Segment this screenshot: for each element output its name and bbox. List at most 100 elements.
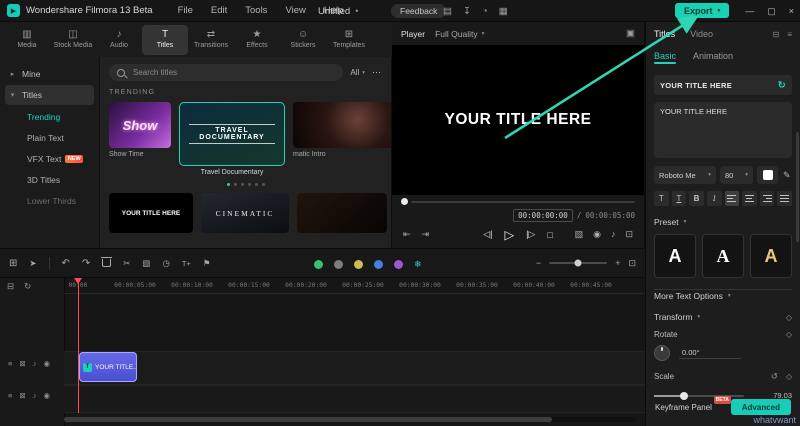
apply-to-all-icon[interactable]: ↻ (778, 80, 786, 91)
menu-file[interactable]: File (178, 5, 193, 16)
tab-effects[interactable]: ★Effects (234, 25, 280, 55)
voiceover-tool-icon[interactable] (334, 260, 343, 269)
crop-preview-icon[interactable]: ▧ (575, 229, 584, 240)
freeze-frame-icon[interactable]: ❄ (414, 259, 422, 270)
sidebar-item-lower-thirds[interactable]: Lower Thirds (0, 190, 99, 211)
align-center-button[interactable] (742, 191, 757, 206)
search-input[interactable] (131, 67, 335, 78)
zoom-slider[interactable] (549, 262, 607, 264)
eyedropper-icon[interactable]: ✎ (783, 170, 791, 181)
tab-stock-media[interactable]: ◫Stock Media (50, 25, 96, 55)
toggle-visibility-icon[interactable]: ◉ (43, 359, 50, 368)
keyframe-diamond-icon[interactable]: ◇ (786, 313, 792, 322)
tab-templates[interactable]: ⊞Templates (326, 25, 372, 55)
title-card-cinematic-intro[interactable]: matic Intro (293, 102, 392, 158)
play-button[interactable]: ▷ (504, 227, 514, 242)
collapse-panel-icon[interactable]: ⊟ (773, 30, 780, 39)
tab-audio[interactable]: ♪Audio (96, 25, 142, 55)
zoom-slider-handle[interactable] (575, 260, 582, 267)
menu-view[interactable]: View (285, 5, 305, 16)
title-text-input[interactable]: YOUR TITLE HERE (654, 102, 792, 158)
tab-titles[interactable]: TTitles (142, 25, 188, 55)
sidebar-item-3d-titles[interactable]: 3D Titles (0, 169, 99, 190)
page-dot[interactable] (248, 183, 251, 186)
next-frame-button[interactable]: |▷ (526, 229, 535, 240)
record-tool-icon[interactable] (314, 260, 323, 269)
align-right-button[interactable] (760, 191, 775, 206)
snapshot-view-icon[interactable]: ▣ (626, 28, 635, 39)
page-dot[interactable] (262, 183, 265, 186)
thumbnail-selected[interactable]: TRAVEL DOCUMENTARY (179, 102, 285, 166)
menu-edit[interactable]: Edit (211, 5, 227, 16)
track-menu-icon[interactable]: ≡ (8, 359, 12, 368)
reset-icon[interactable]: ↺ (771, 371, 778, 382)
mute-track-icon[interactable]: ♪ (33, 391, 37, 400)
text-case-button[interactable]: T (654, 191, 669, 206)
video-track-1[interactable] (64, 351, 645, 385)
video-track-2[interactable] (64, 385, 645, 413)
maximize-button[interactable]: ▢ (767, 6, 776, 17)
pointer-tool-icon[interactable]: ➤ (29, 258, 36, 269)
title-card-travel-documentary[interactable]: TRAVEL DOCUMENTARY Travel Documentary (179, 102, 285, 176)
bold-button[interactable]: B (689, 191, 704, 206)
crop-icon[interactable]: ▧ (142, 258, 150, 269)
track-menu-icon[interactable]: ≡ (8, 391, 12, 400)
page-dot[interactable] (241, 183, 244, 186)
preset-style-2[interactable]: A (702, 234, 744, 278)
media-browser-icon[interactable]: ⊞ (9, 258, 17, 269)
notifications-icon[interactable]: ◔ (482, 6, 488, 17)
page-dot[interactable] (227, 183, 230, 186)
font-size-dropdown[interactable]: 80 ▾ (720, 166, 753, 184)
manage-tracks-icon[interactable]: ⊟ (7, 281, 14, 292)
sidebar-item-vfx-text[interactable]: VFX Text NEW (0, 148, 99, 169)
tab-video-properties[interactable]: Video (690, 29, 713, 39)
sidebar-group-mine[interactable]: ▸ Mine (0, 64, 99, 84)
keyframe-diamond-icon[interactable]: ◇ (786, 330, 792, 339)
underline-button[interactable]: T (672, 191, 687, 206)
tab-titles-properties[interactable]: Titles (654, 29, 675, 39)
export-button[interactable]: Export ▾ (675, 3, 729, 18)
sidebar-item-plain-text[interactable]: Plain Text (0, 127, 99, 148)
sidebar-item-trending[interactable]: Trending (0, 106, 99, 127)
redo-icon[interactable]: ↷ (82, 258, 90, 269)
fullscreen-icon[interactable]: ⊡ (625, 229, 633, 240)
tab-stickers[interactable]: ☺Stickers (280, 25, 326, 55)
loop-playback-icon[interactable]: ↻ (24, 281, 31, 292)
title-clip[interactable]: T YOUR TITLE... (79, 352, 137, 382)
keyframe-panel-button[interactable]: Keyframe Panel BETA (655, 403, 712, 412)
split-icon[interactable]: ✂ (123, 258, 130, 269)
menu-tools[interactable]: Tools (245, 5, 267, 16)
horizontal-scrollbar[interactable] (64, 417, 637, 422)
delete-icon[interactable] (102, 259, 111, 267)
font-color-swatch[interactable] (757, 166, 778, 184)
title-card-your-title[interactable]: YOUR TITLE HERE (109, 193, 193, 233)
time-ruler[interactable]: 00:00 00:00:05:00 00:00:10:00 00:00:15:0… (64, 278, 645, 294)
mute-track-icon[interactable]: ♪ (33, 359, 37, 368)
seek-track[interactable] (411, 201, 635, 203)
seek-bar[interactable] (392, 195, 644, 208)
keyframe-tool-icon[interactable] (374, 260, 383, 269)
more-text-options[interactable]: More Text Options ▾ (654, 289, 792, 301)
title-card-cinematic[interactable]: CINEMATIC (201, 193, 289, 233)
search-box[interactable] (109, 64, 343, 81)
italic-button[interactable]: I (707, 191, 722, 206)
volume-icon[interactable]: ♪ (611, 229, 616, 240)
current-timecode[interactable]: 00:00:00:00 (513, 209, 573, 222)
seek-handle[interactable] (401, 198, 408, 205)
page-dot[interactable] (234, 183, 237, 186)
fit-timeline-icon[interactable]: ⊡ (628, 258, 636, 269)
thumbnail[interactable]: Show (109, 102, 171, 148)
tab-transitions[interactable]: ⇄Transitions (188, 25, 234, 55)
minimize-button[interactable]: — (745, 6, 754, 16)
lock-track-icon[interactable]: ⊠ (19, 359, 25, 368)
font-family-dropdown[interactable]: Roboto Me ▾ (654, 166, 716, 184)
lock-track-icon[interactable]: ⊠ (19, 391, 25, 400)
speed-icon[interactable]: ◷ (162, 258, 169, 269)
layout-icon[interactable]: ▤ (443, 6, 452, 17)
sidebar-group-titles[interactable]: ▾ Titles (5, 85, 94, 105)
align-left-button[interactable] (725, 191, 740, 206)
title-section-header[interactable]: YOUR TITLE HERE ↻ (654, 75, 792, 95)
close-button[interactable]: × (789, 6, 794, 16)
playhead[interactable] (78, 278, 79, 413)
feedback-button[interactable]: Feedback (391, 4, 446, 18)
